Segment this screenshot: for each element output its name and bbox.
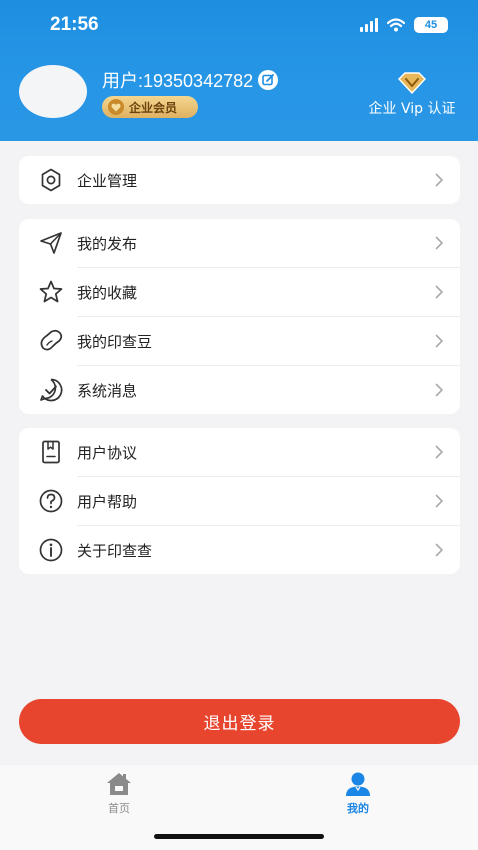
menu-card-enterprise: 企业管理 <box>19 156 460 204</box>
logout-button[interactable]: 退出登录 <box>19 699 460 744</box>
menu-item-system-messages[interactable]: 系统消息 <box>19 366 460 414</box>
menu-item-label: 用户协议 <box>77 443 138 462</box>
user-name-row: 用户:19350342782 <box>102 67 279 93</box>
user-icon <box>346 772 370 796</box>
chevron-right-icon <box>435 494 444 508</box>
battery-icon: 45 <box>414 17 448 33</box>
menu-item-my-beans[interactable]: 我的印查豆 <box>19 317 460 365</box>
menu-item-label: 我的发布 <box>77 234 138 253</box>
tab-home[interactable]: 首页 <box>79 771 159 816</box>
vip-certification[interactable]: 企业 Vip 认证 <box>362 72 462 118</box>
gear-icon <box>37 166 65 194</box>
enterprise-member-badge: 企业会员 <box>102 96 198 118</box>
menu-item-label: 用户帮助 <box>77 492 138 511</box>
bean-icon <box>37 327 65 355</box>
avatar[interactable] <box>19 65 87 118</box>
menu-item-my-favorites[interactable]: 我的收藏 <box>19 268 460 316</box>
tab-mine[interactable]: 我的 <box>318 771 398 816</box>
menu-item-label: 我的印查豆 <box>77 332 153 351</box>
heart-icon <box>108 99 124 115</box>
menu-item-enterprise-management[interactable]: 企业管理 <box>19 156 460 204</box>
member-badge-label: 企业会员 <box>129 100 178 115</box>
menu-item-about[interactable]: 关于印查查 <box>19 526 460 574</box>
menu-item-my-posts[interactable]: 我的发布 <box>19 219 460 267</box>
diamond-icon <box>398 72 426 94</box>
home-indicator <box>154 834 324 839</box>
help-icon <box>37 487 65 515</box>
status-bar: 21:56 45 <box>0 0 478 52</box>
menu-item-label: 系统消息 <box>77 381 138 400</box>
tab-home-label: 首页 <box>108 802 130 815</box>
menu-item-user-agreement[interactable]: 用户协议 <box>19 428 460 476</box>
menu-item-label: 企业管理 <box>77 171 138 190</box>
info-icon <box>37 536 65 564</box>
star-icon <box>37 278 65 306</box>
chevron-right-icon <box>435 236 444 250</box>
chevron-right-icon <box>435 445 444 459</box>
home-icon <box>107 773 131 795</box>
menu-item-user-help[interactable]: 用户帮助 <box>19 477 460 525</box>
vip-label: 企业 Vip 认证 <box>368 101 456 117</box>
signal-icon <box>360 18 378 32</box>
menu-card-personal: 我的发布 我的收藏 我的印查豆 系统消息 <box>19 219 460 414</box>
menu-card-about: 用户协议 用户帮助 关于印查查 <box>19 428 460 574</box>
chevron-right-icon <box>435 285 444 299</box>
message-check-icon <box>37 376 65 404</box>
chevron-right-icon <box>435 173 444 187</box>
chevron-right-icon <box>435 543 444 557</box>
menu-item-label: 我的收藏 <box>77 283 138 302</box>
user-name: 用户:19350342782 <box>102 71 254 91</box>
send-icon <box>37 229 65 257</box>
status-icons: 45 <box>360 17 448 33</box>
wifi-icon <box>387 18 405 32</box>
profile-header: 21:56 45 用户:19350342782 企业会员 企业 Vip 认证 <box>0 0 478 141</box>
chevron-right-icon <box>435 383 444 397</box>
tab-mine-label: 我的 <box>347 802 369 815</box>
edit-icon[interactable] <box>257 69 279 91</box>
menu-item-label: 关于印查查 <box>77 541 153 560</box>
chevron-right-icon <box>435 334 444 348</box>
document-icon <box>37 438 65 466</box>
status-time: 21:56 <box>50 14 99 35</box>
